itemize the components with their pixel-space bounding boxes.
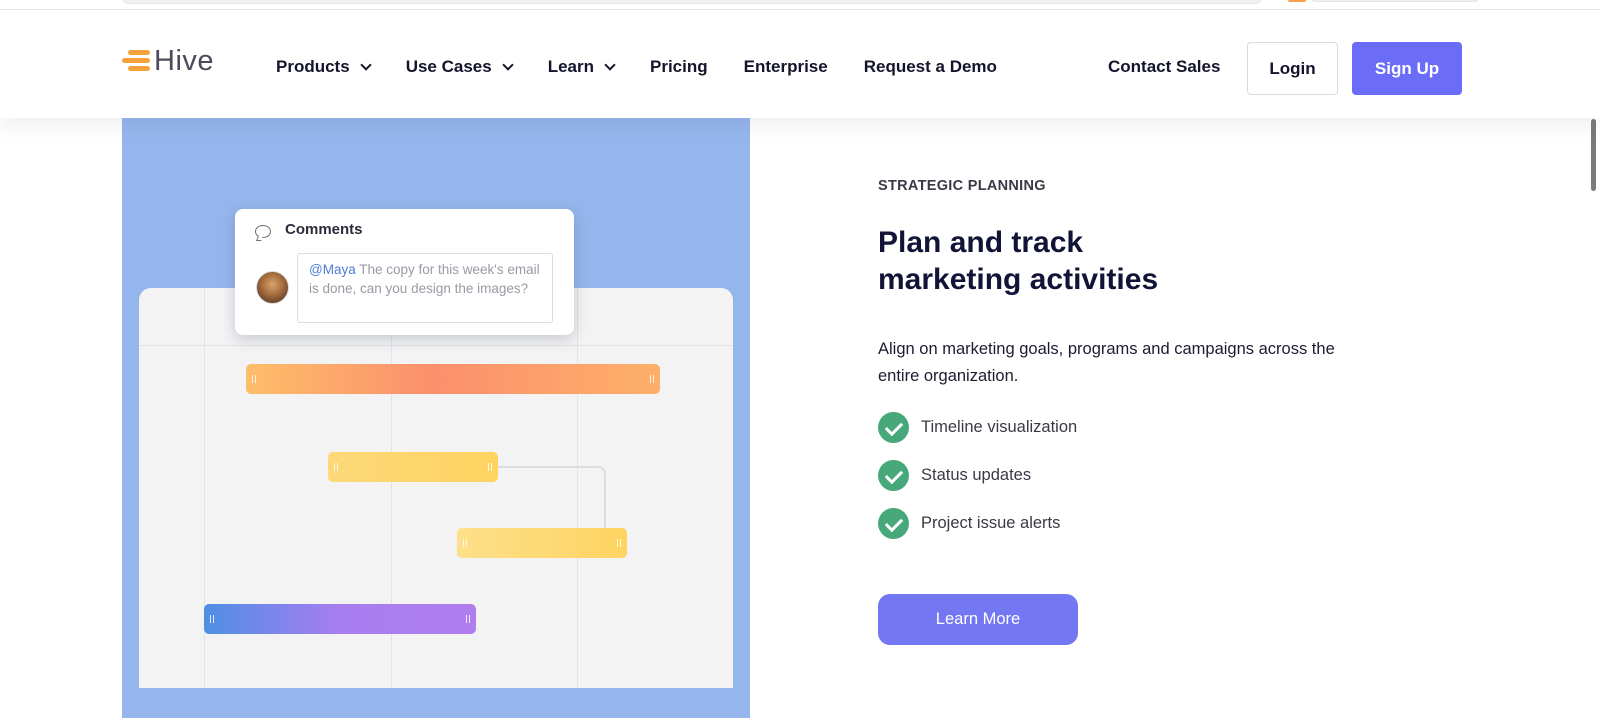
feature-label: Status updates — [921, 466, 1032, 484]
chevron-down-icon — [360, 58, 372, 71]
check-circle-icon — [878, 460, 909, 491]
nav-item-label: Products — [276, 57, 350, 76]
section-eyebrow: STRATEGIC PLANNING — [878, 178, 1046, 194]
learn-more-button[interactable]: Learn More — [878, 594, 1078, 645]
browser-top-strip — [0, 0, 1600, 10]
drag-handle-icon — [650, 375, 654, 383]
feature-item: Timeline visualization — [878, 412, 1077, 443]
contact-sales-link[interactable]: Contact Sales — [1108, 57, 1220, 77]
timeline-bar-purple — [204, 604, 476, 634]
feature-label: Project issue alerts — [921, 514, 1061, 532]
comment-text-box: @Maya The copy for this week's email is … — [297, 253, 553, 323]
chevron-down-icon — [502, 58, 514, 71]
drag-handle-icon — [210, 615, 214, 623]
drag-handle-icon — [334, 463, 338, 471]
nav-item-use-cases[interactable]: Use Cases — [405, 57, 514, 77]
nav-item-label: Request a Demo — [863, 57, 997, 76]
nav-item-request-demo[interactable]: Request a Demo — [864, 57, 997, 77]
feature-item: Project issue alerts — [878, 508, 1077, 539]
timeline-bar-yellow — [457, 528, 627, 558]
nav-item-label: Use Cases — [405, 57, 492, 76]
section-heading: Plan and track marketing activities — [878, 224, 1298, 298]
drag-handle-icon — [252, 375, 256, 383]
hive-logo[interactable]: Hive — [122, 46, 214, 76]
nav-item-learn[interactable]: Learn — [547, 57, 616, 77]
drag-handle-icon — [466, 615, 470, 623]
timeline-header-line — [139, 345, 733, 346]
browser-toolbar-edge — [1310, 0, 1480, 2]
nav-item-pricing[interactable]: Pricing — [650, 57, 708, 77]
main-nav: Products Use Cases Learn Pricing Enterpr… — [276, 57, 1033, 77]
feature-item: Status updates — [878, 460, 1077, 491]
address-bar-edge — [122, 0, 1262, 4]
page-scrollbar-thumb[interactable] — [1591, 119, 1596, 191]
timeline-illustration: Comments @Maya The copy for this week's … — [122, 118, 750, 718]
chevron-down-icon — [604, 58, 616, 71]
comment-mention: @Maya — [309, 262, 356, 277]
timeline-bar-yellow — [328, 452, 498, 482]
dependency-connector — [498, 466, 606, 529]
feature-list: Timeline visualization Status updates Pr… — [878, 412, 1077, 556]
feature-label: Timeline visualization — [921, 418, 1078, 436]
comments-title: Comments — [285, 221, 363, 238]
nav-item-label: Learn — [547, 57, 594, 76]
avatar — [256, 271, 289, 304]
nav-item-label: Enterprise — [743, 57, 828, 76]
logo-text: Hive — [154, 45, 215, 77]
heading-line-1: Plan and track — [878, 226, 1084, 259]
section-description: Align on marketing goals, programs and c… — [878, 340, 1335, 385]
drag-handle-icon — [463, 539, 467, 547]
navbar: Hive Products Use Cases Learn Pricing En… — [0, 10, 1600, 118]
browser-extension-icon — [1288, 0, 1306, 2]
login-button[interactable]: Login — [1247, 42, 1338, 95]
signup-button[interactable]: Sign Up — [1352, 42, 1462, 95]
comment-bubble-icon — [255, 225, 271, 238]
nav-item-products[interactable]: Products — [276, 57, 372, 77]
timeline-board — [139, 288, 733, 688]
nav-item-enterprise[interactable]: Enterprise — [744, 57, 828, 77]
hive-logo-icon — [122, 48, 152, 74]
timeline-bar-orange — [246, 364, 660, 394]
heading-line-2: marketing activities — [878, 263, 1159, 296]
drag-handle-icon — [617, 539, 621, 547]
comments-card: Comments @Maya The copy for this week's … — [235, 209, 574, 335]
nav-item-label: Pricing — [650, 57, 708, 76]
drag-handle-icon — [488, 463, 492, 471]
check-circle-icon — [878, 508, 909, 539]
check-circle-icon — [878, 412, 909, 443]
